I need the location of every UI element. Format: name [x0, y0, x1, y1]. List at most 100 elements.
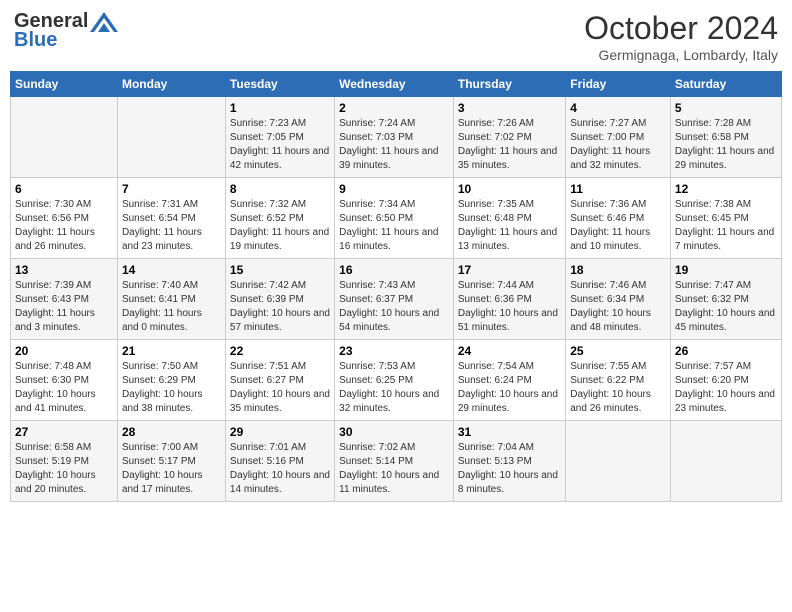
day-info: Sunrise: 7:57 AM Sunset: 6:20 PM Dayligh…: [675, 360, 777, 416]
day-number: 25: [570, 344, 666, 358]
calendar-week-3: 13 Sunrise: 7:39 AM Sunset: 6:43 PM Dayli…: [11, 259, 782, 340]
day-number: 28: [122, 425, 221, 439]
day-info: Sunrise: 7:34 AM Sunset: 6:50 PM Dayligh…: [339, 198, 449, 254]
calendar-week-4: 20Sunrise: 7:48 AM Sunset: 6:30 PM Dayli…: [11, 340, 782, 421]
calendar-cell: 6 Sunrise: 7:30 AM Sunset: 6:56 PM Daylig…: [11, 178, 118, 259]
day-info: Sunrise: 7:01 AM Sunset: 5:16 PM Dayligh…: [230, 441, 330, 497]
day-number: 24: [458, 344, 561, 358]
calendar-week-1: 1 Sunrise: 7:23 AM Sunset: 7:05 PM Daylig…: [11, 97, 782, 178]
calendar-cell: 20Sunrise: 7:48 AM Sunset: 6:30 PM Dayli…: [11, 340, 118, 421]
day-number: 15: [230, 263, 330, 277]
logo-icon: [90, 12, 118, 32]
calendar-cell: 16Sunrise: 7:43 AM Sunset: 6:37 PM Dayli…: [335, 259, 454, 340]
calendar-cell: 26 Sunrise: 7:57 AM Sunset: 6:20 PM Dayli…: [670, 340, 781, 421]
day-number: 11: [570, 182, 666, 196]
day-info: Sunrise: 7:04 AM Sunset: 5:13 PM Dayligh…: [458, 441, 561, 497]
calendar-cell: 11 Sunrise: 7:36 AM Sunset: 6:46 PM Dayli…: [566, 178, 671, 259]
calendar-cell: 4 Sunrise: 7:27 AM Sunset: 7:00 PM Daylig…: [566, 97, 671, 178]
day-info: Sunrise: 7:55 AM Sunset: 6:22 PM Dayligh…: [570, 360, 666, 416]
day-info: Sunrise: 7:53 AM Sunset: 6:25 PM Dayligh…: [339, 360, 449, 416]
day-number: 29: [230, 425, 330, 439]
day-number: 19: [675, 263, 777, 277]
day-number: 26: [675, 344, 777, 358]
day-info: Sunrise: 7:51 AM Sunset: 6:27 PM Dayligh…: [230, 360, 330, 416]
day-info: Sunrise: 7:50 AM Sunset: 6:29 PM Dayligh…: [122, 360, 221, 416]
calendar-cell: 1 Sunrise: 7:23 AM Sunset: 7:05 PM Daylig…: [225, 97, 334, 178]
day-number: 18: [570, 263, 666, 277]
calendar-cell: [670, 421, 781, 502]
day-number: 16: [339, 263, 449, 277]
day-header-sunday: Sunday: [11, 72, 118, 97]
day-info: Sunrise: 7:23 AM Sunset: 7:05 PM Dayligh…: [230, 117, 330, 173]
day-number: 22: [230, 344, 330, 358]
day-number: 6: [15, 182, 113, 196]
day-info: Sunrise: 7:47 AM Sunset: 6:32 PM Dayligh…: [675, 279, 777, 335]
day-number: 13: [15, 263, 113, 277]
calendar-cell: 19 Sunrise: 7:47 AM Sunset: 6:32 PM Dayli…: [670, 259, 781, 340]
calendar-cell: 5Sunrise: 7:28 AM Sunset: 6:58 PM Daylig…: [670, 97, 781, 178]
calendar-cell: 18 Sunrise: 7:46 AM Sunset: 6:34 PM Dayli…: [566, 259, 671, 340]
day-number: 1: [230, 101, 330, 115]
calendar-cell: 29 Sunrise: 7:01 AM Sunset: 5:16 PM Dayli…: [225, 421, 334, 502]
calendar-cell: 9 Sunrise: 7:34 AM Sunset: 6:50 PM Daylig…: [335, 178, 454, 259]
day-info: Sunrise: 7:32 AM Sunset: 6:52 PM Dayligh…: [230, 198, 330, 254]
day-info: Sunrise: 7:26 AM Sunset: 7:02 PM Dayligh…: [458, 117, 561, 173]
calendar-cell: 8 Sunrise: 7:32 AM Sunset: 6:52 PM Daylig…: [225, 178, 334, 259]
day-number: 14: [122, 263, 221, 277]
day-info: Sunrise: 7:36 AM Sunset: 6:46 PM Dayligh…: [570, 198, 666, 254]
day-info: Sunrise: 7:46 AM Sunset: 6:34 PM Dayligh…: [570, 279, 666, 335]
day-number: 7: [122, 182, 221, 196]
day-number: 27: [15, 425, 113, 439]
day-number: 8: [230, 182, 330, 196]
calendar-cell: 2 Sunrise: 7:24 AM Sunset: 7:03 PM Daylig…: [335, 97, 454, 178]
day-number: 23: [339, 344, 449, 358]
calendar-cell: 22 Sunrise: 7:51 AM Sunset: 6:27 PM Dayli…: [225, 340, 334, 421]
day-number: 4: [570, 101, 666, 115]
days-header-row: SundayMondayTuesdayWednesdayThursdayFrid…: [11, 72, 782, 97]
day-info: Sunrise: 7:54 AM Sunset: 6:24 PM Dayligh…: [458, 360, 561, 416]
page-header: General Blue October 2024 Germignaga, Lo…: [10, 10, 782, 63]
day-number: 10: [458, 182, 561, 196]
calendar-week-2: 6 Sunrise: 7:30 AM Sunset: 6:56 PM Daylig…: [11, 178, 782, 259]
day-header-tuesday: Tuesday: [225, 72, 334, 97]
calendar-cell: 17 Sunrise: 7:44 AM Sunset: 6:36 PM Dayli…: [453, 259, 565, 340]
calendar-cell: 24 Sunrise: 7:54 AM Sunset: 6:24 PM Dayli…: [453, 340, 565, 421]
calendar-week-5: 27Sunrise: 6:58 AM Sunset: 5:19 PM Dayli…: [11, 421, 782, 502]
day-number: 12: [675, 182, 777, 196]
calendar-cell: 7 Sunrise: 7:31 AM Sunset: 6:54 PM Daylig…: [117, 178, 225, 259]
day-header-friday: Friday: [566, 72, 671, 97]
calendar-cell: 21 Sunrise: 7:50 AM Sunset: 6:29 PM Dayli…: [117, 340, 225, 421]
title-block: October 2024 Germignaga, Lombardy, Italy: [584, 10, 778, 63]
day-info: Sunrise: 7:27 AM Sunset: 7:00 PM Dayligh…: [570, 117, 666, 173]
calendar-cell: 15Sunrise: 7:42 AM Sunset: 6:39 PM Dayli…: [225, 259, 334, 340]
day-info: Sunrise: 7:44 AM Sunset: 6:36 PM Dayligh…: [458, 279, 561, 335]
day-info: Sunrise: 7:31 AM Sunset: 6:54 PM Dayligh…: [122, 198, 221, 254]
day-number: 20: [15, 344, 113, 358]
day-number: 3: [458, 101, 561, 115]
day-info: Sunrise: 7:40 AM Sunset: 6:41 PM Dayligh…: [122, 279, 221, 335]
logo: General Blue: [14, 10, 118, 52]
calendar-table: SundayMondayTuesdayWednesdayThursdayFrid…: [10, 71, 782, 502]
day-header-saturday: Saturday: [670, 72, 781, 97]
location: Germignaga, Lombardy, Italy: [584, 47, 778, 63]
day-info: Sunrise: 7:39 AM Sunset: 6:43 PM Dayligh…: [15, 279, 113, 335]
month-title: October 2024: [584, 10, 778, 47]
calendar-cell: 12Sunrise: 7:38 AM Sunset: 6:45 PM Dayli…: [670, 178, 781, 259]
calendar-cell: 10Sunrise: 7:35 AM Sunset: 6:48 PM Dayli…: [453, 178, 565, 259]
day-info: Sunrise: 7:24 AM Sunset: 7:03 PM Dayligh…: [339, 117, 449, 173]
day-number: 21: [122, 344, 221, 358]
day-info: Sunrise: 7:28 AM Sunset: 6:58 PM Dayligh…: [675, 117, 777, 173]
calendar-cell: 31Sunrise: 7:04 AM Sunset: 5:13 PM Dayli…: [453, 421, 565, 502]
calendar-cell: 27Sunrise: 6:58 AM Sunset: 5:19 PM Dayli…: [11, 421, 118, 502]
day-number: 30: [339, 425, 449, 439]
day-number: 2: [339, 101, 449, 115]
day-number: 17: [458, 263, 561, 277]
day-number: 9: [339, 182, 449, 196]
day-header-monday: Monday: [117, 72, 225, 97]
day-info: Sunrise: 7:30 AM Sunset: 6:56 PM Dayligh…: [15, 198, 113, 254]
calendar-cell: [566, 421, 671, 502]
calendar-cell: 14 Sunrise: 7:40 AM Sunset: 6:41 PM Dayli…: [117, 259, 225, 340]
calendar-cell: 30Sunrise: 7:02 AM Sunset: 5:14 PM Dayli…: [335, 421, 454, 502]
calendar-cell: 28Sunrise: 7:00 AM Sunset: 5:17 PM Dayli…: [117, 421, 225, 502]
calendar-cell: 25 Sunrise: 7:55 AM Sunset: 6:22 PM Dayli…: [566, 340, 671, 421]
